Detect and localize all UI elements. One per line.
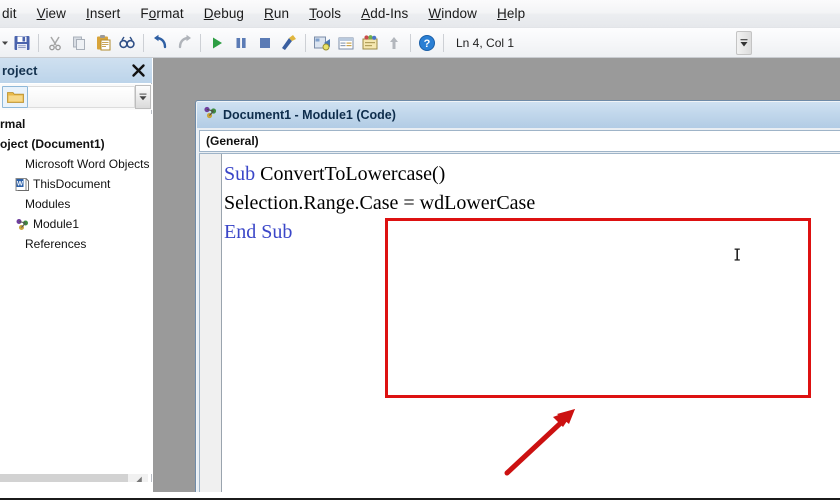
code-line[interactable]: End Sub	[224, 218, 840, 247]
code-window-title: Document1 - Module1 (Code)	[223, 108, 396, 122]
mdi-client-area: Document1 - Module1 (Code) (General) Sub…	[153, 58, 840, 500]
tree-item-normal[interactable]: rmal	[0, 114, 152, 134]
tree-item-microsoft-word-objects[interactable]: Microsoft Word Objects	[0, 154, 152, 174]
code-keyword: Sub	[224, 163, 256, 185]
code-keyword: End Sub	[224, 221, 293, 243]
cursor-position-indicator: Ln 4, Col 1	[456, 35, 515, 50]
redo-icon[interactable]	[172, 31, 196, 55]
code-text[interactable]: Sub ConvertToLowercase() Selection.Range.…	[224, 160, 840, 500]
properties-window-icon[interactable]	[334, 31, 358, 55]
breakpoint-margin[interactable]	[200, 154, 222, 500]
run-icon[interactable]	[205, 31, 229, 55]
help-icon[interactable]: ?	[415, 31, 439, 55]
toolbar-separator	[38, 33, 39, 52]
menu-bar: dit View Insert Format Debug Run Tools Add-Ins W…	[0, 0, 840, 28]
vba-editor-window: dit View Insert Format Debug Run Tools Add-Ins W…	[0, 0, 840, 500]
menu-edit[interactable]: dit	[0, 0, 27, 28]
cut-icon[interactable]	[43, 31, 67, 55]
menu-format[interactable]: Format	[130, 0, 193, 28]
menu-view[interactable]: View	[27, 0, 76, 28]
toolbar-separator	[443, 33, 444, 52]
word-document-icon: W	[14, 176, 30, 192]
folder-icon	[6, 196, 22, 212]
close-icon[interactable]	[128, 60, 148, 80]
module-icon	[203, 105, 218, 125]
toolbar-separator	[143, 33, 144, 52]
code-line[interactable]: Sub ConvertToLowercase()	[224, 160, 840, 189]
code-text-segment: ConvertToLowercase()	[255, 163, 446, 185]
svg-text:W: W	[16, 180, 23, 187]
code-window-dropdowns: (General)	[199, 130, 840, 152]
code-line[interactable]: Selection.Range.Case = wdLowerCase	[224, 189, 840, 218]
save-icon[interactable]	[10, 31, 34, 55]
menu-help[interactable]: Help	[487, 0, 535, 28]
tree-item-label: rmal	[0, 117, 26, 131]
tree-item-modules[interactable]: Modules	[0, 194, 152, 214]
copy-icon[interactable]	[67, 31, 91, 55]
module-icon	[14, 216, 30, 232]
text-ibeam-cursor	[733, 248, 743, 262]
paste-icon[interactable]	[91, 31, 115, 55]
project-panel-toolbar-fill	[28, 86, 135, 108]
menu-run[interactable]: Run	[254, 0, 299, 28]
tree-item-references[interactable]: References	[0, 234, 152, 254]
project-panel-titlebar: roject	[0, 58, 152, 83]
tree-item-project-document1[interactable]: oject (Document1)	[0, 134, 152, 154]
project-panel-toolbar	[0, 84, 152, 110]
project-explorer-panel: roject rmal oject (Document1) Microsoft …	[0, 58, 153, 500]
object-browser-icon[interactable]	[358, 31, 382, 55]
code-editor[interactable]: Sub ConvertToLowercase() Selection.Range.…	[199, 153, 840, 500]
find-icon[interactable]	[115, 31, 139, 55]
view-microsoft-word-caret-icon[interactable]	[0, 31, 10, 55]
project-explorer-icon[interactable]	[310, 31, 334, 55]
svg-text:?: ?	[424, 38, 431, 50]
project-panel-title: roject	[2, 63, 38, 78]
object-dropdown[interactable]: (General)	[199, 130, 840, 152]
code-window-titlebar: Document1 - Module1 (Code)	[197, 102, 840, 128]
project-panel-dropdown-arrow-icon[interactable]	[135, 85, 151, 109]
tree-item-thisdocument[interactable]: W ThisDocument	[0, 174, 152, 194]
menu-addins[interactable]: Add-Ins	[351, 0, 418, 28]
standard-toolbar: ? Ln 4, Col 1	[0, 28, 840, 58]
menu-tools[interactable]: Tools	[299, 0, 351, 28]
menu-insert[interactable]: Insert	[76, 0, 130, 28]
menu-debug[interactable]: Debug	[194, 0, 254, 28]
pause-icon[interactable]	[229, 31, 253, 55]
undo-icon[interactable]	[148, 31, 172, 55]
toolbar-separator	[305, 33, 306, 52]
tree-item-label: Microsoft Word Objects	[25, 157, 150, 171]
toggle-folders-icon[interactable]	[2, 86, 28, 108]
tree-item-label: Module1	[33, 217, 80, 231]
toolbox-icon[interactable]	[382, 31, 406, 55]
code-text-segment: Selection.Range.Case = wdLowerCase	[224, 192, 536, 214]
toolbar-separator	[200, 33, 201, 52]
tree-item-label: ThisDocument	[33, 177, 111, 191]
code-window: Document1 - Module1 (Code) (General) Sub…	[195, 100, 840, 500]
menu-window[interactable]: Window	[418, 0, 487, 28]
toolbar-separator	[410, 33, 411, 52]
workspace: roject rmal oject (Document1) Microsoft …	[0, 58, 840, 500]
project-tree[interactable]: rmal oject (Document1) Microsoft Word Obje…	[0, 114, 152, 474]
tree-item-module1[interactable]: Module1	[0, 214, 152, 234]
tree-item-label: oject (Document1)	[0, 137, 105, 151]
toolbar-overflow-spinner[interactable]	[736, 31, 752, 55]
design-mode-icon[interactable]	[277, 31, 301, 55]
stop-icon[interactable]	[253, 31, 277, 55]
folder-icon	[6, 236, 22, 252]
folder-icon	[6, 156, 22, 172]
tree-item-label: References	[25, 237, 87, 251]
tree-item-label: Modules	[25, 197, 71, 211]
